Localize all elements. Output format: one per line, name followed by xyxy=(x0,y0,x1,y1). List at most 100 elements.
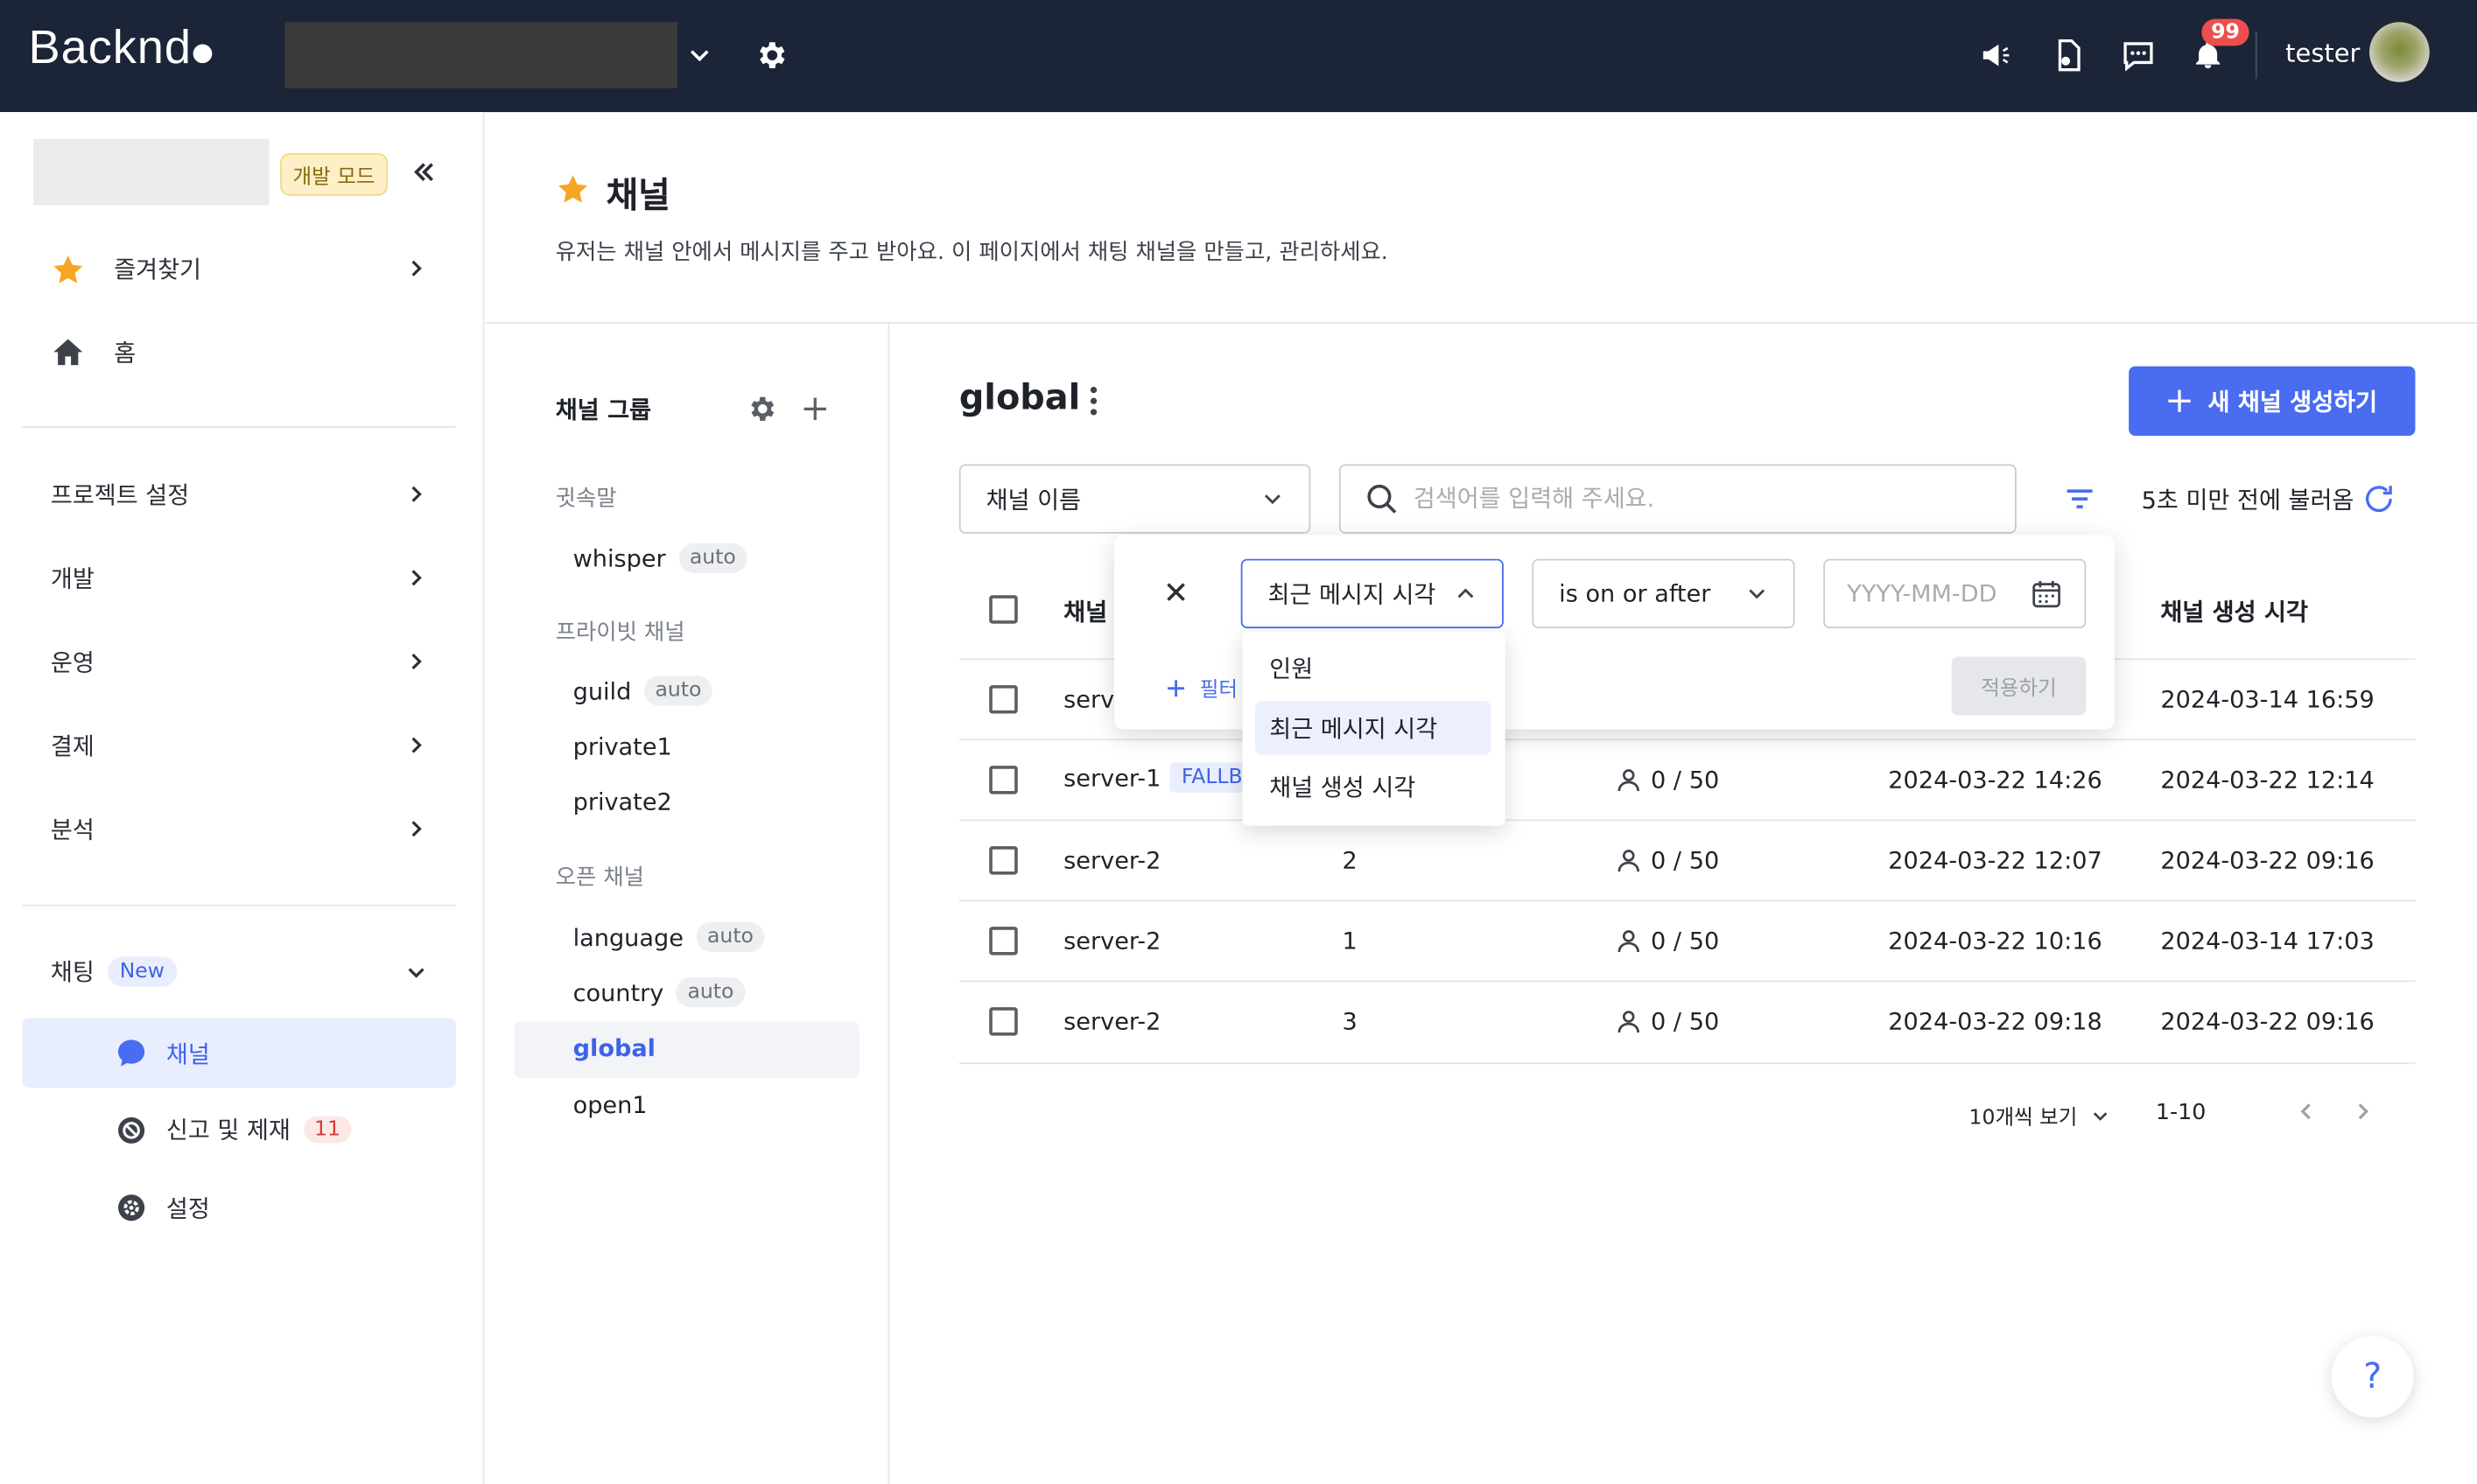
row-checkbox[interactable] xyxy=(989,846,1018,875)
sidebar-item-label: 설정 xyxy=(165,1194,210,1224)
sidebar-item-reports[interactable]: 신고 및 제재 11 xyxy=(22,1096,455,1165)
channel-group-title: 채널 그룹 xyxy=(555,396,652,425)
user-icon xyxy=(1617,1011,1639,1033)
search-field-select[interactable]: 채널 이름 xyxy=(958,464,1311,534)
megaphone-icon[interactable] xyxy=(1977,35,2018,76)
sidebar-item-project-settings[interactable]: 프로젝트 설정 xyxy=(22,459,455,528)
chevron-right-icon xyxy=(405,650,427,672)
user-icon xyxy=(1617,930,1639,953)
auto-badge: auto xyxy=(696,921,765,952)
chevron-down-icon xyxy=(1749,589,1765,599)
row-checkbox[interactable] xyxy=(989,685,1018,714)
search-box[interactable] xyxy=(1338,464,2017,534)
group-item-open1[interactable]: open1 xyxy=(573,1091,648,1119)
project-name-box xyxy=(32,138,270,206)
dropdown-option-created[interactable]: 채널 생성 시각 xyxy=(1255,760,1491,813)
sidebar-item-label: 즐겨찾기 xyxy=(114,256,202,284)
block-icon xyxy=(116,1115,147,1146)
table-cell-members: 0 / 50 xyxy=(1616,927,1719,956)
username[interactable]: tester xyxy=(2285,38,2360,67)
apply-filter-button[interactable]: 적용하기 xyxy=(1951,656,2087,716)
select-all-checkbox[interactable] xyxy=(989,595,1018,624)
dropdown-option-members[interactable]: 인원 xyxy=(1255,641,1491,695)
table-divider xyxy=(958,738,2416,741)
column-header-created[interactable]: 채널 생성 시각 xyxy=(2160,595,2308,628)
table-cell-name[interactable]: serv xyxy=(1063,685,1114,713)
table-divider xyxy=(958,819,2416,822)
refresh-icon[interactable] xyxy=(2361,481,2396,516)
star-icon xyxy=(51,253,86,288)
logo[interactable]: Backnd xyxy=(29,22,213,75)
home-icon xyxy=(51,335,86,370)
project-selector[interactable] xyxy=(284,22,677,89)
dropdown-option-last-message[interactable]: 최근 메시지 시각 xyxy=(1254,701,1491,755)
filter-icon[interactable] xyxy=(2062,481,2097,516)
divider xyxy=(486,322,2477,324)
table-cell-name[interactable]: server-2 xyxy=(1063,846,1161,874)
group-item-country[interactable]: country auto xyxy=(573,976,746,1008)
chat-icon[interactable] xyxy=(2118,35,2159,76)
calendar-icon[interactable] xyxy=(2031,578,2062,609)
group-section-open: 오픈 채널 xyxy=(555,864,644,891)
table-cell-created: 2024-03-22 09:16 xyxy=(2160,846,2375,875)
sidebar-item-home[interactable]: 홈 xyxy=(22,318,455,387)
help-button[interactable]: ? xyxy=(2331,1335,2414,1418)
group-item-private1[interactable]: private1 xyxy=(573,732,672,760)
sidebar-item-label: 결제 xyxy=(50,732,95,761)
close-icon[interactable] xyxy=(1163,579,1189,605)
sidebar-item-operation[interactable]: 운영 xyxy=(22,626,455,696)
next-page-icon[interactable] xyxy=(2352,1101,2374,1123)
row-checkbox[interactable] xyxy=(989,927,1018,956)
gear-icon[interactable] xyxy=(746,393,777,424)
add-filter-button[interactable]: 필터 xyxy=(1165,673,1238,703)
row-checkbox[interactable] xyxy=(989,1007,1018,1036)
group-item-language[interactable]: language auto xyxy=(573,921,765,952)
new-channel-button[interactable]: 새 채널 생성하기 xyxy=(2129,366,2416,436)
group-item-private2[interactable]: private2 xyxy=(573,788,672,816)
sidebar-item-payment[interactable]: 결제 xyxy=(22,710,455,780)
chat-bubble-icon xyxy=(116,1037,147,1068)
column-header-channel[interactable]: 채널 xyxy=(1063,595,1107,628)
filter-date-field[interactable]: YYYY-MM-DD xyxy=(1823,558,2087,629)
filter-field-select[interactable]: 최근 메시지 시각 xyxy=(1240,558,1504,629)
more-vertical-icon[interactable] xyxy=(1081,383,1106,418)
search-input[interactable] xyxy=(1413,484,1983,514)
auto-badge: auto xyxy=(676,976,746,1008)
divider xyxy=(22,426,456,428)
group-item-whisper[interactable]: whisper auto xyxy=(573,542,747,573)
sidebar-item-analytics[interactable]: 분석 xyxy=(22,794,455,864)
sidebar-item-label: 분석 xyxy=(50,816,95,845)
sidebar-item-develop[interactable]: 개발 xyxy=(22,543,455,612)
group-item-active-bg xyxy=(514,1021,860,1079)
table-cell-name[interactable]: server-2 xyxy=(1063,927,1161,955)
sidebar-item-chat[interactable]: 채팅 New xyxy=(22,938,455,1007)
document-icon[interactable] xyxy=(2048,35,2089,76)
filter-field-dropdown: 인원 최근 메시지 시각 채널 생성 시각 xyxy=(1242,631,1505,826)
chevron-down-icon[interactable] xyxy=(679,35,720,76)
divider xyxy=(2255,32,2257,80)
group-item-guild[interactable]: guild auto xyxy=(573,676,713,706)
table-row[interactable]: server-1 FALLBA xyxy=(1063,762,1268,793)
table-cell-created: 2024-03-14 16:59 xyxy=(2160,685,2375,714)
prev-page-icon[interactable] xyxy=(2295,1101,2317,1123)
gear-icon[interactable] xyxy=(750,35,791,76)
plus-icon[interactable] xyxy=(801,395,830,423)
sidebar-item-favorites[interactable]: 즐겨찾기 xyxy=(22,234,455,303)
filter-operator-select[interactable]: is on or after xyxy=(1532,558,1795,629)
sidebar-item-channels[interactable]: 채널 xyxy=(22,1018,456,1088)
avatar[interactable] xyxy=(2369,22,2430,82)
per-page-select[interactable]: 10개씩 보기 xyxy=(1969,1101,2109,1130)
sidebar-item-label: 신고 및 제재 xyxy=(165,1116,291,1145)
group-item-global[interactable]: global xyxy=(573,1034,656,1062)
user-icon xyxy=(1617,769,1639,792)
collapse-icon[interactable] xyxy=(411,159,437,185)
sidebar-item-label: 운영 xyxy=(50,648,95,678)
row-checkbox[interactable] xyxy=(989,766,1018,794)
table-cell-users: 1 xyxy=(1342,927,1358,956)
sidebar-item-label: 채널 xyxy=(165,1040,210,1069)
sidebar-item-chat-settings[interactable]: 설정 xyxy=(22,1173,455,1242)
table-cell-name[interactable]: server-2 xyxy=(1063,1007,1161,1035)
user-icon xyxy=(1617,850,1639,872)
table-cell-last-message: 2024-03-22 12:07 xyxy=(1888,846,2102,875)
star-icon[interactable] xyxy=(556,172,591,207)
